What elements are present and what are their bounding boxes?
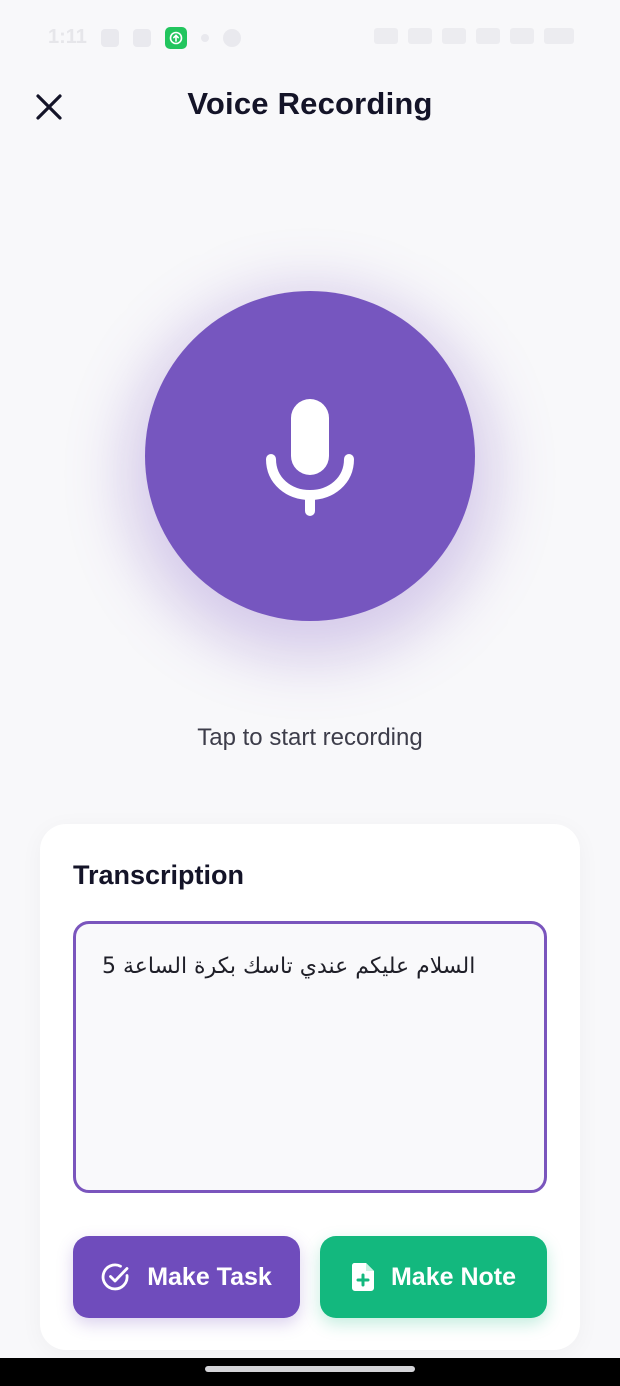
make-note-button[interactable]: Make Note bbox=[320, 1236, 547, 1318]
vpn-icon bbox=[442, 28, 466, 44]
notification-icon bbox=[100, 28, 119, 47]
transcription-title: Transcription bbox=[73, 860, 245, 890]
dot-icon bbox=[200, 33, 209, 42]
header: Voice Recording bbox=[0, 70, 620, 140]
check-circle-icon bbox=[101, 1263, 129, 1291]
make-task-button[interactable]: Make Task bbox=[73, 1236, 300, 1318]
sync-icon bbox=[222, 28, 241, 47]
battery-icon bbox=[544, 28, 574, 44]
status-left: 1:11 bbox=[48, 26, 241, 49]
message-icon bbox=[132, 28, 151, 47]
microphone-icon bbox=[266, 399, 354, 516]
app-notification-icon bbox=[164, 26, 187, 49]
recording-hint: Tap to start recording bbox=[197, 724, 423, 751]
record-button[interactable] bbox=[145, 291, 475, 621]
signal-icon bbox=[476, 28, 500, 44]
transcription-text: السلام عليكم عندي تاسك بكرة الساعة 5 bbox=[102, 954, 476, 979]
signal-icon-2 bbox=[510, 28, 534, 44]
navigation-bar bbox=[0, 1358, 620, 1386]
page-title: Voice Recording bbox=[187, 86, 433, 121]
make-task-label: Make Task bbox=[147, 1262, 272, 1291]
transcription-card: Transcription السلام عليكم عندي تاسك بكر… bbox=[40, 824, 580, 1350]
transcription-field[interactable]: السلام عليكم عندي تاسك بكرة الساعة 5 bbox=[73, 921, 547, 1193]
status-right bbox=[374, 28, 574, 44]
status-bar: 1:11 bbox=[0, 0, 620, 70]
status-time: 1:11 bbox=[48, 26, 87, 48]
file-add-icon bbox=[351, 1263, 374, 1291]
make-note-label: Make Note bbox=[390, 1262, 517, 1291]
home-indicator[interactable] bbox=[205, 1366, 415, 1372]
wifi-icon bbox=[408, 28, 432, 44]
vibrate-icon bbox=[374, 28, 398, 44]
